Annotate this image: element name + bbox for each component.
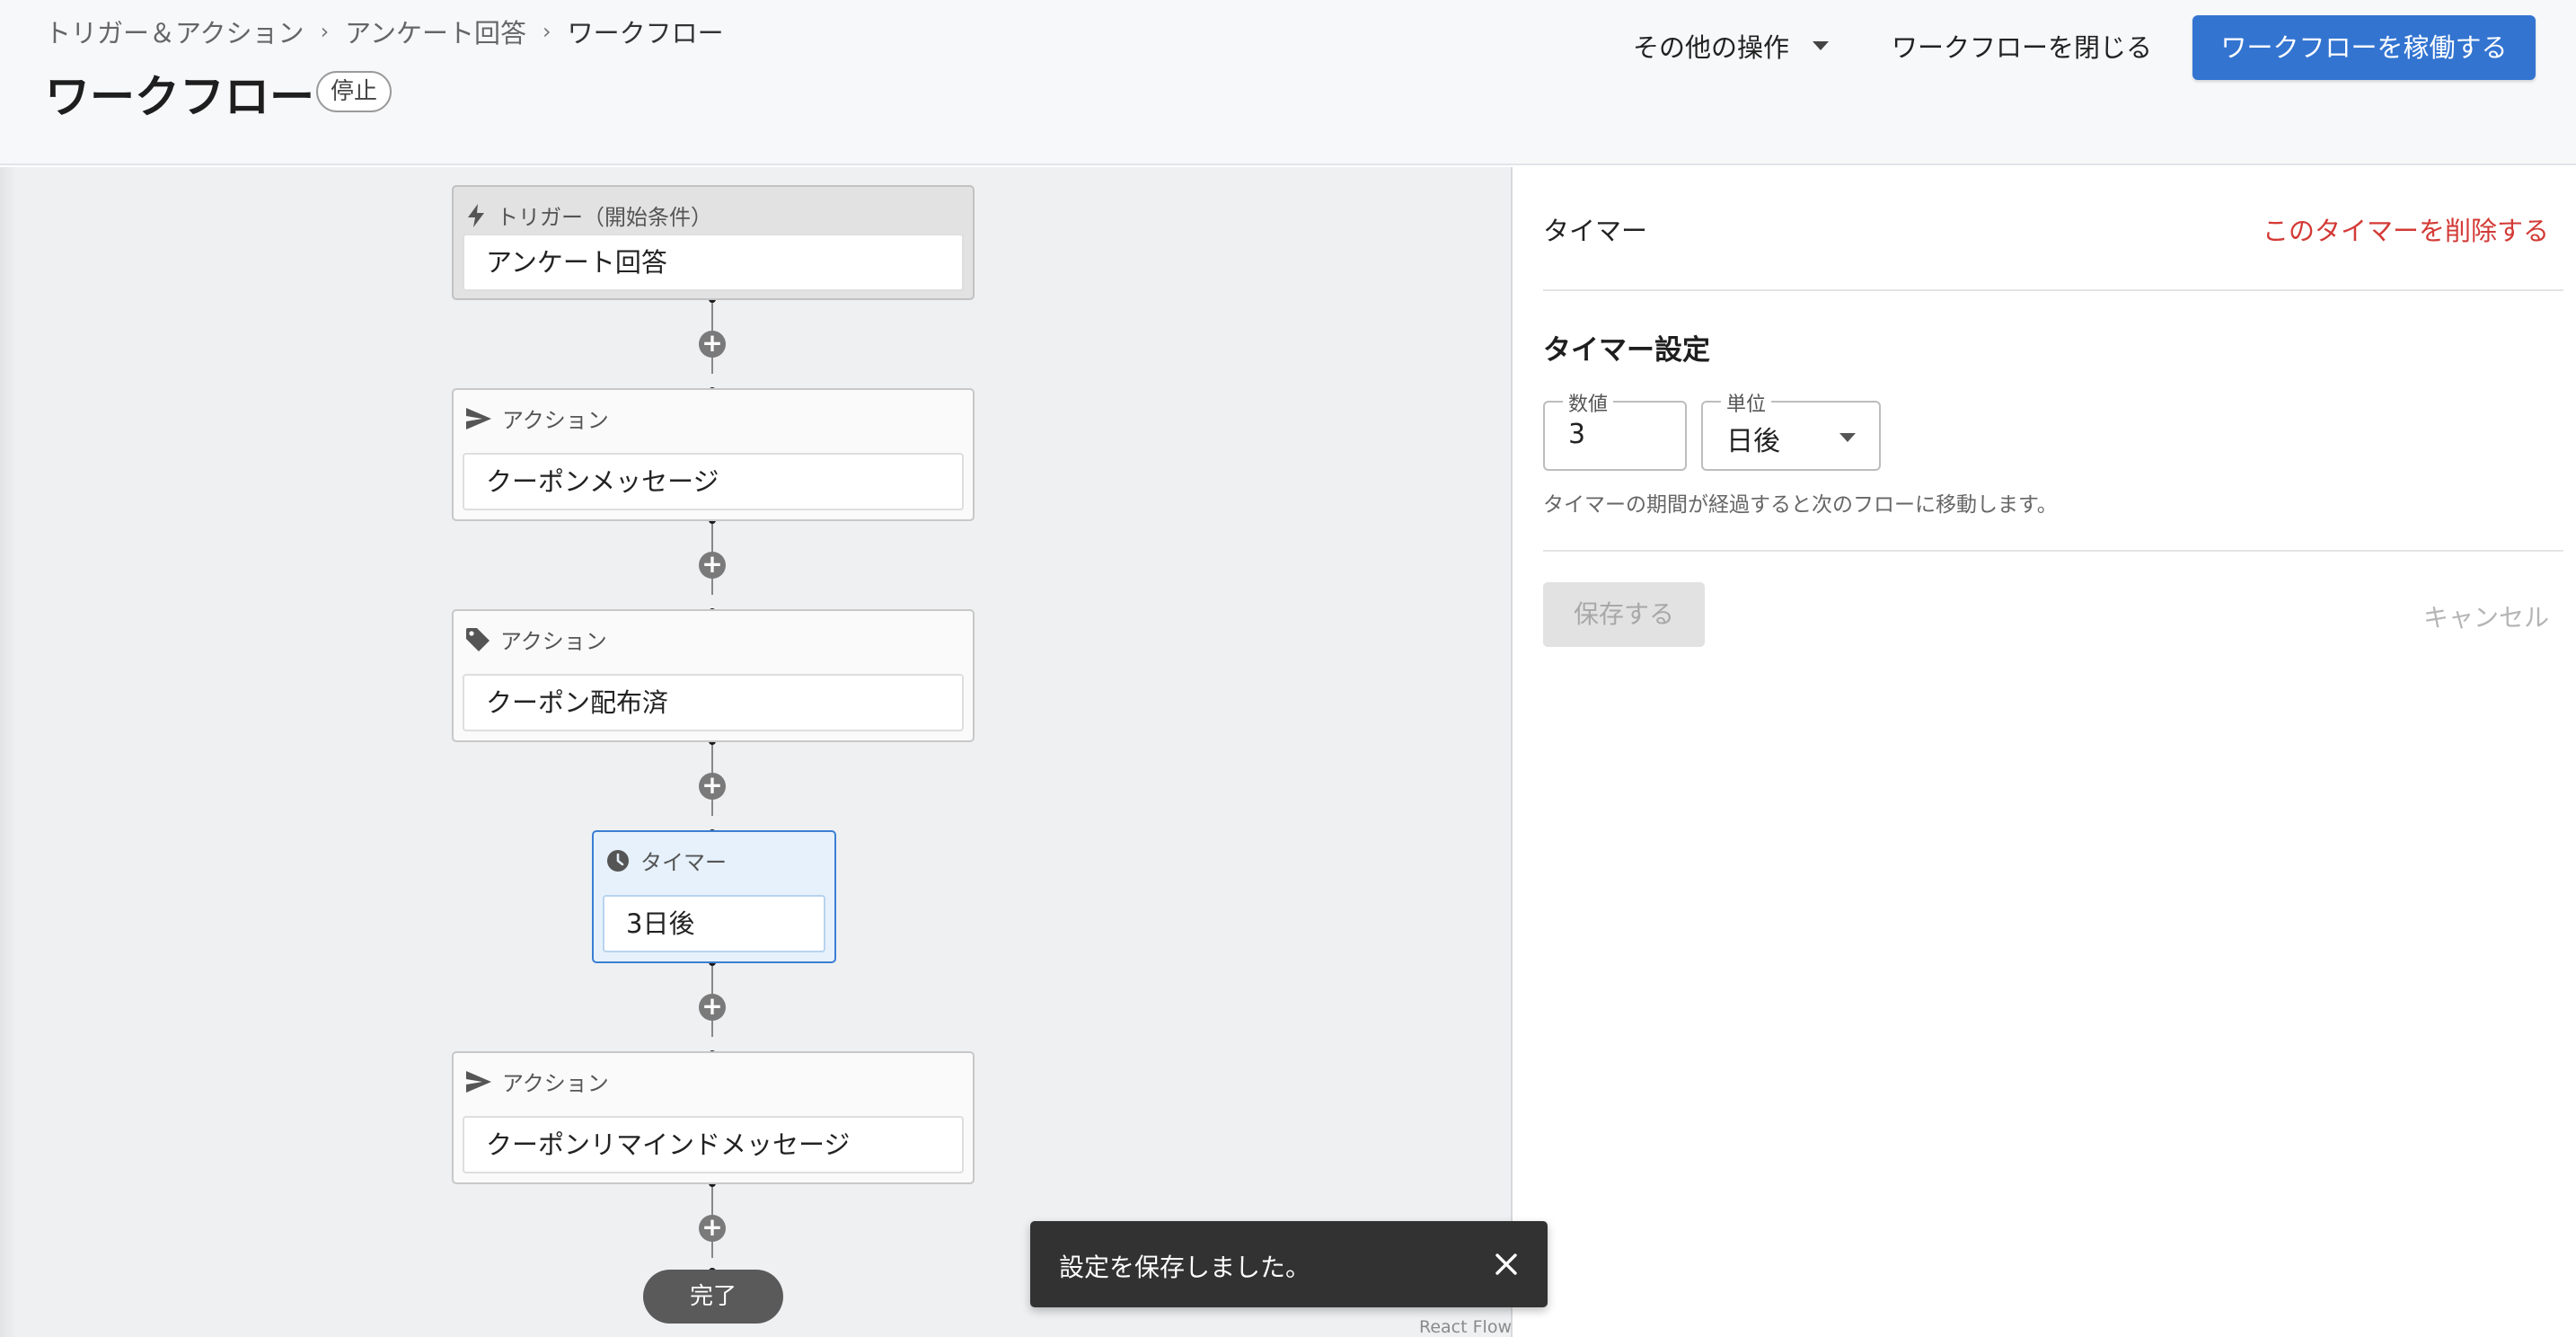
send-icon (466, 1070, 491, 1093)
node-type-label: アクション (500, 629, 607, 654)
node-type-label: トリガー（開始条件） (497, 205, 712, 230)
field-value: 3 (1568, 419, 1586, 450)
flow-canvas[interactable]: + + + + + トリガー（開始条件） アンケート回答 アクション クーポンメ… (0, 167, 1513, 1337)
field-label: 数値 (1563, 388, 1614, 417)
add-step-button[interactable]: + (699, 994, 726, 1021)
add-step-button[interactable]: + (699, 331, 726, 358)
help-text: タイマーの期間が経過すると次のフローに移動します。 (1543, 493, 2058, 517)
node-type-label: アクション (502, 408, 609, 433)
node-content: クーポンメッセージ (463, 453, 964, 510)
timer-unit-select[interactable]: 単位 日後 (1701, 388, 1881, 471)
add-step-button[interactable]: + (699, 773, 726, 800)
toast-notification: 設定を保存しました。 (1030, 1221, 1548, 1307)
chevron-down-icon (1839, 433, 1856, 442)
page-title: ワークフロー (45, 71, 314, 123)
add-step-button[interactable]: + (699, 552, 726, 579)
divider (1543, 550, 2563, 552)
clock-icon (607, 849, 629, 872)
node-content: 3日後 (603, 895, 825, 952)
save-button[interactable]: 保存する (1543, 582, 1705, 647)
add-step-button[interactable]: + (699, 1215, 726, 1242)
cancel-button[interactable]: キャンセル (2423, 598, 2549, 634)
flow-node-action[interactable]: アクション クーポン配布済 (452, 609, 975, 742)
breadcrumb-separator: › (320, 19, 330, 44)
more-actions-dropdown[interactable]: その他の操作 (1633, 27, 1830, 65)
node-type-label: タイマー (640, 850, 727, 875)
node-header: トリガー（開始条件） (466, 199, 712, 231)
chevron-down-icon (1813, 41, 1830, 50)
flow-node-action[interactable]: アクション クーポンメッセージ (452, 388, 975, 521)
breadcrumb-item-survey[interactable]: アンケート回答 (345, 13, 526, 50)
flow-node-trigger[interactable]: トリガー（開始条件） アンケート回答 (452, 185, 975, 300)
node-content: アンケート回答 (463, 234, 964, 291)
panel-title: タイマー (1543, 216, 1648, 246)
node-content: クーポン配布済 (463, 674, 964, 731)
tag-icon (466, 627, 490, 651)
timer-value-input[interactable]: 数値 3 (1543, 388, 1687, 471)
close-workflow-button[interactable]: ワークフローを閉じる (1892, 27, 2152, 65)
node-header: アクション (466, 624, 607, 655)
send-icon (466, 407, 491, 429)
field-value: 日後 (1726, 426, 1780, 457)
breadcrumb-separator: › (543, 19, 551, 44)
breadcrumb: トリガー＆アクション › アンケート回答 › ワークフロー (45, 13, 724, 50)
react-flow-attribution[interactable]: React Flow (1419, 1317, 1512, 1337)
settings-panel: タイマー このタイマーを削除する タイマー設定 数値 3 単位 日後 タイマーの… (1514, 167, 2576, 1337)
close-icon[interactable] (1492, 1250, 1521, 1279)
flow-node-action[interactable]: アクション クーポンリマインドメッセージ (452, 1051, 975, 1184)
more-actions-label: その他の操作 (1633, 32, 1790, 63)
activate-workflow-button[interactable]: ワークフローを稼働する (2192, 15, 2536, 80)
delete-timer-button[interactable]: このタイマーを削除する (2263, 210, 2549, 248)
node-header: アクション (466, 403, 609, 434)
section-title: タイマー設定 (1543, 334, 1710, 367)
canvas-edge-shadow (0, 167, 16, 1337)
lightning-icon (468, 203, 484, 227)
flow-node-timer[interactable]: タイマー 3日後 (592, 830, 836, 963)
header: トリガー＆アクション › アンケート回答 › ワークフロー ワークフロー 停止 … (0, 0, 2576, 165)
breadcrumb-item-current: ワークフロー (567, 18, 724, 49)
node-header: アクション (466, 1066, 609, 1097)
field-label: 単位 (1721, 388, 1772, 417)
node-header: タイマー (606, 845, 727, 876)
node-content: クーポンリマインドメッセージ (463, 1116, 964, 1173)
node-type-label: アクション (502, 1071, 609, 1096)
breadcrumb-item-triggers[interactable]: トリガー＆アクション (45, 13, 304, 50)
toast-message: 設定を保存しました。 (1059, 1253, 1311, 1282)
status-badge: 停止 (316, 71, 393, 112)
divider (1543, 289, 2563, 291)
flow-end-node: 完了 (643, 1270, 783, 1324)
